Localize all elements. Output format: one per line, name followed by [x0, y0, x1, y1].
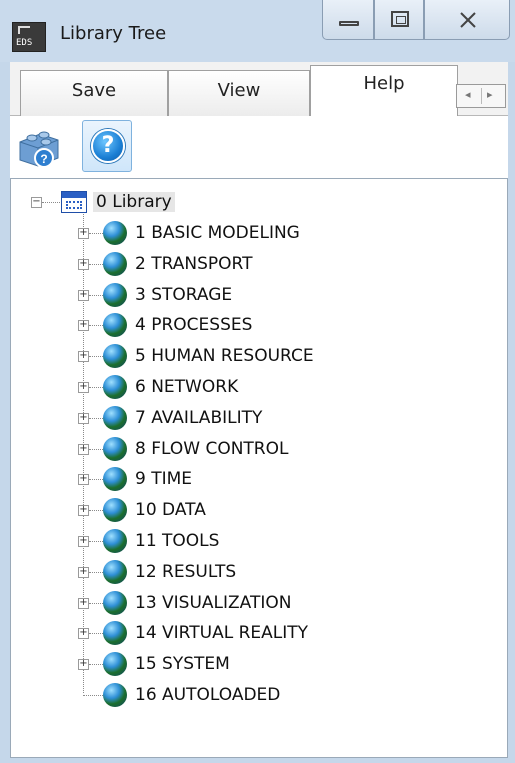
tree-expand-toggle[interactable]: +: [78, 290, 89, 301]
tree-connector: [89, 325, 103, 326]
tree-item[interactable]: 11 TOOLS: [135, 527, 219, 555]
tree-item[interactable]: 15 SYSTEM: [135, 650, 230, 678]
tree-item[interactable]: 13 VISUALIZATION: [135, 589, 291, 617]
tree-item[interactable]: 9 TIME: [135, 465, 192, 493]
lego-help-icon: ?: [19, 131, 59, 168]
tree-expand-toggle[interactable]: +: [78, 444, 89, 455]
tree-connector: [89, 479, 103, 480]
restore-icon: [391, 11, 409, 27]
tab-save[interactable]: Save: [20, 70, 168, 116]
scroll-right-icon[interactable]: ▸: [487, 88, 493, 101]
tree-expand-toggle[interactable]: +: [78, 413, 89, 424]
tree-item[interactable]: 1 BASIC MODELING: [135, 219, 300, 247]
close-button[interactable]: [424, 0, 510, 40]
globe-icon: [103, 498, 127, 522]
tree-expand-toggle[interactable]: +: [78, 351, 89, 362]
tree-expand-toggle[interactable]: +: [78, 474, 89, 485]
globe-icon: [103, 437, 127, 461]
help-button[interactable]: ?: [82, 120, 132, 172]
globe-icon: [103, 652, 127, 676]
app-icon-label: EDS: [16, 38, 33, 48]
tree-connector: [89, 264, 103, 265]
tree-item[interactable]: 4 PROCESSES: [135, 311, 252, 339]
globe-icon: [103, 313, 127, 337]
globe-icon: [103, 683, 127, 707]
tree-connector: [89, 418, 103, 419]
library-tree: − 0 Library +1 BASIC MODELING +2 TRANSPOR…: [10, 178, 508, 758]
title-bar[interactable]: EDS Library Tree: [0, 0, 515, 62]
globe-icon: [103, 221, 127, 245]
tree-connector: [89, 633, 103, 634]
tree-item[interactable]: 10 DATA: [135, 496, 206, 524]
tree-item[interactable]: 6 NETWORK: [135, 373, 238, 401]
globe-icon: [103, 406, 127, 430]
tree-connector: [89, 233, 103, 234]
tree-connector: [89, 572, 103, 573]
tree-item[interactable]: 5 HUMAN RESOURCE: [135, 342, 314, 370]
globe-icon: [103, 344, 127, 368]
minimize-icon: [339, 21, 359, 26]
globe-icon: [103, 467, 127, 491]
maximize-button[interactable]: [374, 0, 424, 40]
tree-item[interactable]: 7 AVAILABILITY: [135, 404, 262, 432]
library-root-icon: [61, 191, 87, 213]
app-icon: EDS: [12, 22, 46, 52]
tab-view[interactable]: View: [168, 70, 310, 116]
tree-item[interactable]: 14 VIRTUAL REALITY: [135, 619, 308, 647]
app-icon-notch: [18, 26, 30, 34]
tree-item[interactable]: 8 FLOW CONTROL: [135, 435, 288, 463]
tree-item[interactable]: 16 AUTOLOADED: [135, 681, 280, 709]
library-tree-window: EDS Library Tree Save View Help ◂ ▸ ? ? …: [0, 0, 515, 763]
tree-connector: [89, 664, 103, 665]
tab-scroll-divider: [481, 88, 482, 104]
tree-item[interactable]: 12 RESULTS: [135, 558, 236, 586]
tree-expand-toggle[interactable]: +: [78, 536, 89, 547]
window-title: Library Tree: [60, 23, 167, 44]
help-icon: ?: [91, 129, 125, 163]
tree-connector: [89, 603, 103, 604]
svg-text:?: ?: [40, 152, 47, 166]
globe-icon: [103, 591, 127, 615]
tree-item[interactable]: 3 STORAGE: [135, 281, 232, 309]
tab-scroll-buttons[interactable]: ◂ ▸: [456, 84, 506, 108]
tree-connector: [89, 387, 103, 388]
tree-expand-toggle[interactable]: +: [78, 320, 89, 331]
tree-connector: [89, 356, 103, 357]
tree-connector: [89, 541, 103, 542]
tree-item[interactable]: 2 TRANSPORT: [135, 250, 252, 278]
tree-expand-toggle[interactable]: +: [78, 505, 89, 516]
minimize-button[interactable]: [322, 0, 374, 40]
tree-expand-toggle[interactable]: +: [78, 567, 89, 578]
globe-icon: [103, 375, 127, 399]
globe-icon: [103, 529, 127, 553]
library-help-button[interactable]: ?: [14, 120, 64, 172]
scroll-left-icon[interactable]: ◂: [465, 88, 471, 101]
tab-bar: Save View Help ◂ ▸: [10, 62, 508, 117]
toolbar: ? ?: [10, 116, 508, 178]
tree-root-node[interactable]: 0 Library: [93, 188, 175, 216]
tree-expand-toggle[interactable]: +: [78, 228, 89, 239]
root-collapse-toggle[interactable]: −: [31, 197, 42, 208]
globe-icon: [103, 621, 127, 645]
close-icon: [460, 12, 476, 28]
tree-root-label: 0 Library: [93, 192, 175, 212]
tree-expand-toggle[interactable]: +: [78, 598, 89, 609]
tree-connector: [89, 449, 103, 450]
tree-connector: [83, 695, 103, 696]
tree-connector: [89, 295, 103, 296]
tree-expand-toggle[interactable]: +: [78, 659, 89, 670]
tab-help[interactable]: Help: [310, 65, 458, 117]
globe-icon: [103, 560, 127, 584]
globe-icon: [103, 252, 127, 276]
tree-expand-toggle[interactable]: +: [78, 259, 89, 270]
globe-icon: [103, 283, 127, 307]
tree-connector: [89, 510, 103, 511]
tree-expand-toggle[interactable]: +: [78, 382, 89, 393]
tree-expand-toggle[interactable]: +: [78, 628, 89, 639]
tree-connector: [42, 202, 60, 203]
